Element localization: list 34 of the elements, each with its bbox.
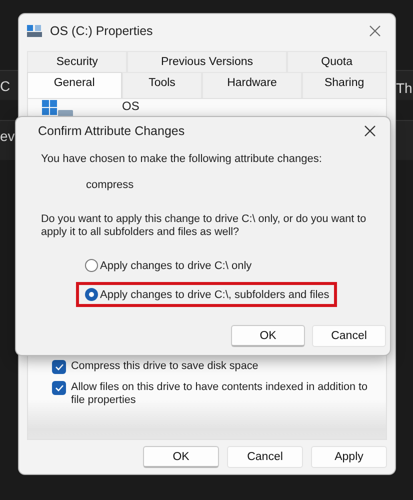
tab[interactable]: Previous Versions bbox=[127, 51, 287, 72]
checkbox[interactable] bbox=[52, 381, 66, 395]
check-icon bbox=[54, 363, 64, 371]
radio-label: Apply changes to drive C:\, subfolders and files bbox=[100, 288, 330, 300]
tab[interactable]: Security bbox=[27, 51, 128, 72]
checkbox-label: Allow files on this drive to have contents indexed in addition to file properties bbox=[71, 381, 368, 407]
drive-icon bbox=[27, 24, 43, 38]
radio-button[interactable] bbox=[85, 288, 98, 301]
background-text: Th bbox=[396, 80, 412, 96]
dialog-message: You have chosen to make the following attribute changes: bbox=[41, 153, 323, 165]
dialog-title: Confirm Attribute Changes bbox=[38, 124, 186, 138]
radio-label: Apply changes to drive C:\ only bbox=[100, 260, 252, 272]
dialog-button[interactable]: Apply bbox=[311, 446, 387, 468]
checkbox-label: Compress this drive to save disk space bbox=[71, 360, 258, 373]
checkbox[interactable] bbox=[52, 360, 66, 374]
tab[interactable]: Tools bbox=[122, 72, 202, 98]
background-text: C bbox=[0, 78, 10, 94]
tab[interactable]: Quota bbox=[286, 51, 387, 72]
check-icon bbox=[54, 384, 64, 392]
tab[interactable]: General bbox=[27, 72, 122, 98]
radio-button[interactable] bbox=[85, 259, 98, 272]
drive-label: OS bbox=[122, 100, 140, 113]
dialog-button[interactable]: OK bbox=[231, 325, 305, 347]
tab[interactable]: Hardware bbox=[202, 72, 302, 98]
dialog-button[interactable]: Cancel bbox=[227, 446, 303, 468]
window-title: OS (C:) Properties bbox=[50, 24, 154, 38]
dialog-button[interactable]: OK bbox=[143, 446, 219, 468]
close-icon[interactable] bbox=[364, 125, 376, 137]
dialog-question: Do you want to apply this change to drive C:\ only, or do you want to apply it to all subfolders and files as well? bbox=[41, 213, 368, 239]
dialog-button[interactable]: Cancel bbox=[312, 325, 386, 347]
tab[interactable]: Sharing bbox=[302, 72, 387, 98]
background-text: ev bbox=[0, 128, 15, 144]
close-icon[interactable] bbox=[369, 25, 381, 37]
attribute-name: compress bbox=[86, 179, 135, 191]
